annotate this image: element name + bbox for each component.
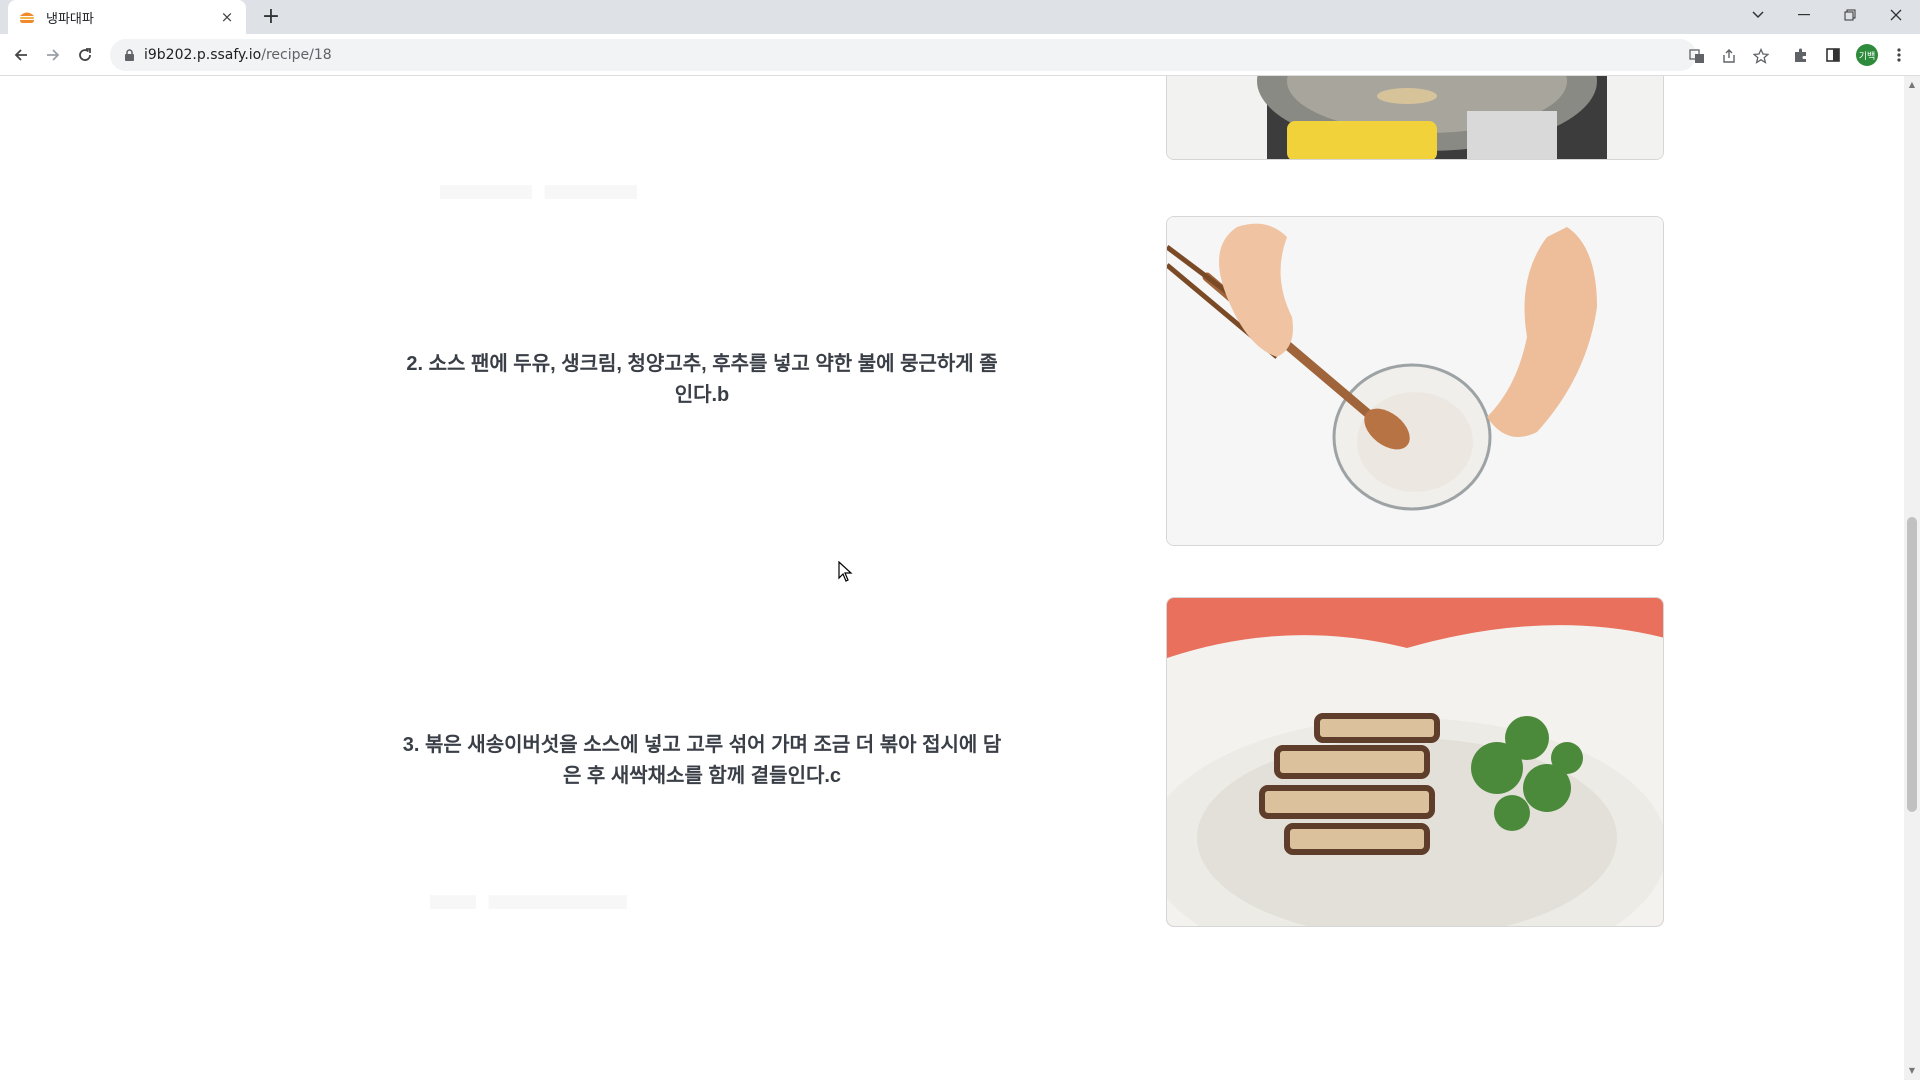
arrow-right-icon xyxy=(47,49,60,61)
lock-icon[interactable] xyxy=(122,48,136,62)
burger-icon xyxy=(20,12,34,23)
side-panel-icon[interactable] xyxy=(1822,44,1844,66)
minimize-icon[interactable] xyxy=(1782,0,1826,30)
puzzle-icon[interactable] xyxy=(1790,44,1812,66)
step-3-image xyxy=(1166,597,1664,927)
faded-decoration-bottom: ▬ ▬▬▬ xyxy=(430,867,627,919)
step-2-image xyxy=(1166,216,1664,546)
tab-title: 냉파대파 xyxy=(46,11,94,27)
new-tab-button[interactable]: + xyxy=(258,4,284,30)
back-button[interactable] xyxy=(8,42,34,68)
close-window-icon[interactable] xyxy=(1874,0,1918,30)
url-text[interactable]: i9b202.p.ssafy.io/recipe/18 xyxy=(144,47,332,63)
url-host: i9b202.p.ssafy.io xyxy=(144,47,262,63)
scrollbar-thumb[interactable] xyxy=(1907,517,1917,812)
scroll-up-icon[interactable]: ▲ xyxy=(1907,80,1917,90)
arrow-left-icon xyxy=(14,49,27,61)
recipe-page: ▬▬ ▬▬ ▬ ▬▬▬ 2. 소스 팬에 두유, 생크림, 청양고추, 후추를 … xyxy=(0,76,1904,1080)
browser-tab[interactable]: 냉파대파 × xyxy=(8,0,246,34)
browser-toolbar: i9b202.p.ssafy.io/recipe/18 기백 xyxy=(0,34,1920,76)
tab-search-icon[interactable] xyxy=(1736,0,1780,30)
reload-button[interactable] xyxy=(72,42,98,68)
translate-icon[interactable] xyxy=(1687,46,1707,66)
scroll-down-icon[interactable]: ▼ xyxy=(1907,1066,1917,1076)
kebab-menu-icon[interactable] xyxy=(1888,44,1910,66)
tab-strip: 냉파대파 × + xyxy=(0,0,1920,34)
forward-button[interactable] xyxy=(40,42,66,68)
restore-icon[interactable] xyxy=(1828,0,1872,30)
step-2-text: 2. 소스 팬에 두유, 생크림, 청양고추, 후추를 넣고 약한 불에 뭉근하… xyxy=(406,353,998,406)
mouse-cursor-icon xyxy=(838,561,853,582)
profile-avatar[interactable]: 기백 xyxy=(1856,44,1878,66)
address-bar[interactable]: i9b202.p.ssafy.io/recipe/18 xyxy=(110,39,1769,71)
url-path: /recipe/18 xyxy=(261,47,332,63)
step-1-image xyxy=(1166,76,1664,160)
share-icon[interactable] xyxy=(1719,46,1739,66)
tab-close-icon[interactable]: × xyxy=(218,8,236,26)
faded-decoration-top: ▬▬ ▬▬ xyxy=(440,157,637,209)
reload-icon xyxy=(79,48,91,61)
page-scrollbar[interactable]: ▲ ▼ xyxy=(1904,76,1920,1080)
step-3-text: 3. 볶은 새송이버섯을 소스에 넣고 고루 섞어 가며 조금 더 볶아 접시에… xyxy=(402,734,1002,787)
star-icon[interactable] xyxy=(1751,46,1771,66)
